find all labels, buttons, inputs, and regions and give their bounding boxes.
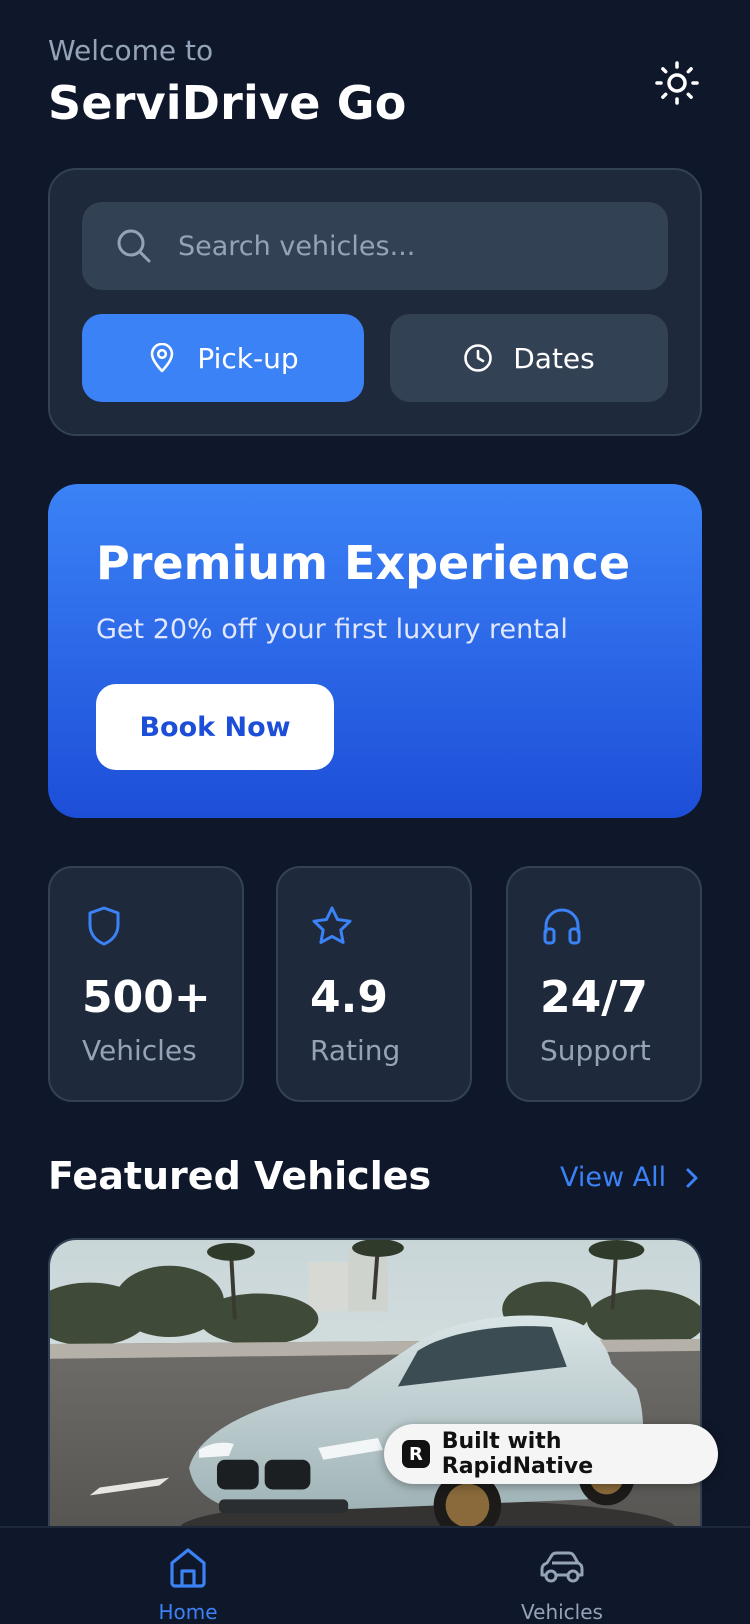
dates-label: Dates	[513, 341, 595, 375]
stat-label: Vehicles	[82, 1034, 197, 1067]
shield-icon	[88, 906, 120, 946]
pickup-label: Pick-up	[197, 341, 299, 375]
book-now-button[interactable]: Book Now	[96, 684, 334, 770]
promo-title: Premium Experience	[96, 536, 631, 590]
tab-label: Vehicles	[521, 1600, 603, 1624]
view-all-link[interactable]: View All	[560, 1162, 704, 1193]
map-pin-icon	[147, 343, 177, 373]
welcome-text: Welcome to	[48, 34, 214, 67]
stat-card-vehicles: 500+ Vehicles	[48, 866, 244, 1102]
view-all-label: View All	[560, 1162, 667, 1193]
dates-button[interactable]: Dates	[390, 314, 668, 402]
home-screen: Welcome to ServiDrive Go Search vehicles…	[0, 0, 750, 1624]
badge-text: Built with RapidNative	[441, 1429, 594, 1479]
search-box[interactable]	[82, 202, 668, 290]
stat-label: Rating	[310, 1034, 401, 1067]
car-icon	[538, 1544, 586, 1590]
bottom-tab-bar: Home Vehicles	[0, 1526, 750, 1624]
chevron-right-icon	[684, 1164, 704, 1192]
built-with-badge[interactable]: R Built with RapidNative	[384, 1424, 718, 1484]
tab-home[interactable]: Home	[98, 1528, 278, 1624]
clock-icon	[463, 343, 493, 373]
search-card: Pick-up Dates	[48, 168, 702, 436]
tab-vehicles[interactable]: Vehicles	[472, 1528, 652, 1624]
stat-label: Support	[540, 1034, 651, 1067]
search-icon	[114, 226, 154, 266]
home-icon	[164, 1544, 212, 1590]
sun-icon	[655, 61, 699, 105]
promo-banner: Premium Experience Get 20% off your firs…	[48, 484, 702, 818]
stat-value: 4.9	[310, 972, 388, 1023]
promo-subtitle: Get 20% off your first luxury rental	[96, 614, 568, 645]
headphones-icon	[543, 908, 581, 945]
app-title: ServiDrive Go	[48, 76, 407, 130]
stat-card-support: 24/7 Support	[506, 866, 702, 1102]
rapidnative-logo: R	[402, 1440, 430, 1468]
stat-value: 24/7	[540, 972, 648, 1023]
featured-title: Featured Vehicles	[48, 1154, 432, 1198]
tab-label: Home	[158, 1600, 218, 1624]
star-icon	[312, 906, 352, 944]
stat-card-rating: 4.9 Rating	[276, 866, 472, 1102]
pickup-button[interactable]: Pick-up	[82, 314, 364, 402]
theme-toggle-button[interactable]	[652, 58, 702, 108]
search-input[interactable]	[178, 230, 598, 262]
stat-value: 500+	[82, 972, 211, 1023]
